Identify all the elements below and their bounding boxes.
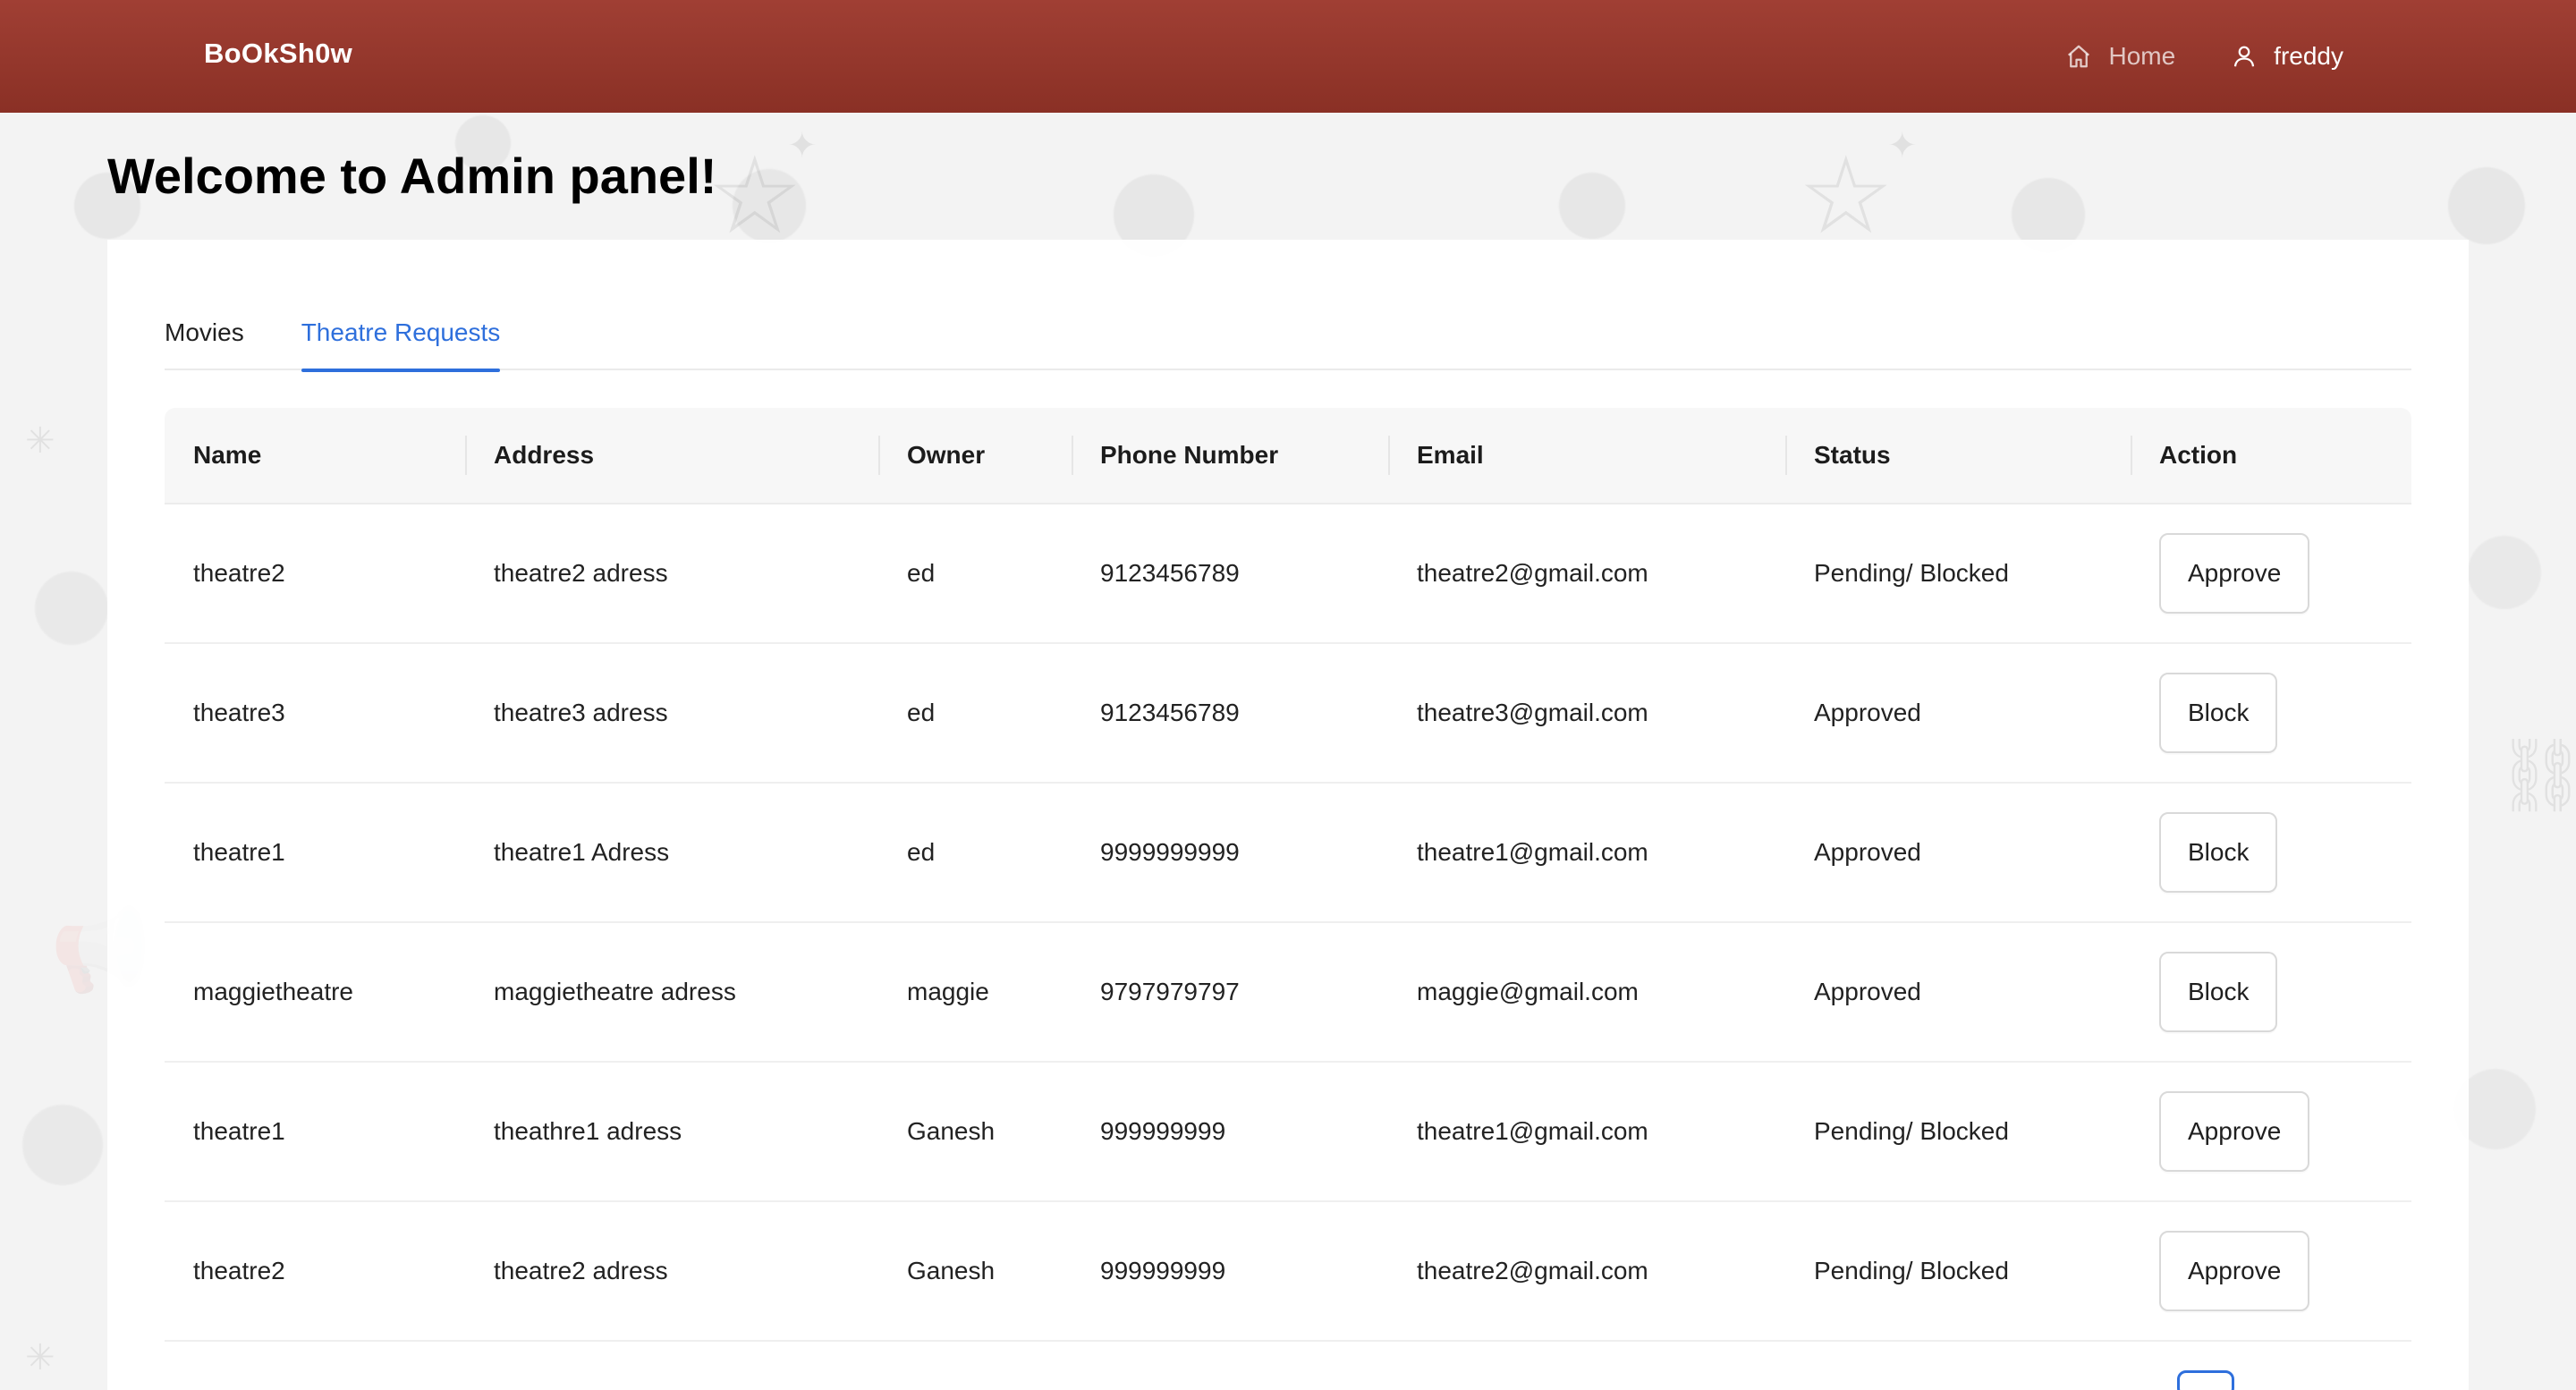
nav-user-link[interactable]: freddy bbox=[2231, 42, 2343, 71]
theatre-requests-table: Name Address Owner Phone Number Email St… bbox=[165, 408, 2411, 1342]
cell-owner: maggie bbox=[907, 978, 989, 1005]
cell-name: theatre2 bbox=[193, 559, 285, 587]
cell-status: Pending/ Blocked bbox=[1814, 1117, 2009, 1145]
background-sparkle-doodle: ✦ bbox=[1887, 125, 1918, 166]
cell-name: theatre3 bbox=[193, 699, 285, 726]
cell-action: Approve bbox=[2131, 533, 2411, 614]
cell-action: Block bbox=[2131, 673, 2411, 753]
cell-address: theatre1 Adress bbox=[494, 838, 670, 866]
cell-name: theatre1 bbox=[193, 838, 285, 866]
block-button[interactable]: Block bbox=[2159, 952, 2278, 1032]
cell-address: maggietheatre adress bbox=[494, 978, 736, 1005]
cell-status: Approved bbox=[1814, 838, 1921, 866]
cell-email: theatre2@gmail.com bbox=[1417, 559, 1648, 587]
column-header-name: Name bbox=[193, 441, 262, 469]
column-header-action: Action bbox=[2131, 407, 2411, 504]
background-sparkle-doodle: ✦ bbox=[787, 125, 818, 166]
cell-owner: ed bbox=[907, 559, 936, 587]
top-navbar: BoOkSh0w Home freddy bbox=[0, 0, 2576, 113]
pagination-current-page[interactable] bbox=[2177, 1370, 2234, 1390]
column-header-status: Status bbox=[1785, 407, 2131, 504]
cell-address: theathre1 adress bbox=[494, 1117, 682, 1145]
tab-movies[interactable]: Movies bbox=[165, 318, 244, 370]
column-header-address: Address bbox=[465, 407, 878, 504]
cell-email: theatre2@gmail.com bbox=[1417, 1257, 1648, 1284]
column-header-email: Email bbox=[1388, 407, 1785, 504]
cell-email: theatre1@gmail.com bbox=[1417, 1117, 1648, 1145]
cell-name: maggietheatre bbox=[193, 978, 354, 1005]
cell-status: Approved bbox=[1814, 699, 1921, 726]
cell-phone: 999999999 bbox=[1100, 1117, 1226, 1145]
user-icon bbox=[2234, 46, 2255, 67]
cell-phone: 9797979797 bbox=[1100, 978, 1240, 1005]
tab-theatre-requests[interactable]: Theatre Requests bbox=[301, 318, 500, 372]
table-row: maggietheatre maggietheatre adress maggi… bbox=[165, 923, 2411, 1063]
approve-button[interactable]: Approve bbox=[2159, 1231, 2310, 1311]
cell-action: Block bbox=[2131, 952, 2411, 1032]
cell-action: Block bbox=[2131, 812, 2411, 893]
cell-action: Approve bbox=[2131, 1091, 2411, 1172]
column-header-phone: Phone Number bbox=[1072, 407, 1388, 504]
table-row: theatre2 theatre2 adress Ganesh 99999999… bbox=[165, 1202, 2411, 1342]
approve-button[interactable]: Approve bbox=[2159, 1091, 2310, 1172]
background-sparkle-doodle: ✳ bbox=[25, 1337, 55, 1378]
cell-phone: 999999999 bbox=[1100, 1257, 1226, 1284]
column-header-owner: Owner bbox=[878, 407, 1072, 504]
cell-status: Pending/ Blocked bbox=[1814, 1257, 2009, 1284]
cell-status: Approved bbox=[1814, 978, 1921, 1005]
cell-email: theatre1@gmail.com bbox=[1417, 838, 1648, 866]
brand-logo[interactable]: BoOkSh0w bbox=[204, 38, 352, 70]
block-button[interactable]: Block bbox=[2159, 812, 2278, 893]
cell-phone: 9999999999 bbox=[1100, 838, 1240, 866]
cell-name: theatre1 bbox=[193, 1117, 285, 1145]
nav-home-link[interactable]: Home bbox=[2065, 42, 2175, 71]
table-row: theatre1 theatre1 Adress ed 9999999999 t… bbox=[165, 784, 2411, 923]
block-button[interactable]: Block bbox=[2159, 673, 2278, 753]
background-film-doodle: ⛓ bbox=[2496, 733, 2576, 817]
cell-owner: ed bbox=[907, 838, 936, 866]
page-title: Welcome to Admin panel! bbox=[107, 148, 717, 204]
table-header-row: Name Address Owner Phone Number Email St… bbox=[165, 408, 2411, 504]
cell-phone: 9123456789 bbox=[1100, 699, 1240, 726]
approve-button[interactable]: Approve bbox=[2159, 533, 2310, 614]
cell-address: theatre2 adress bbox=[494, 559, 668, 587]
nav-user-label: freddy bbox=[2274, 42, 2343, 70]
cell-owner: ed bbox=[907, 699, 936, 726]
home-icon bbox=[2068, 45, 2090, 68]
table-row: theatre2 theatre2 adress ed 9123456789 t… bbox=[165, 504, 2411, 644]
tab-bar: Movies Theatre Requests bbox=[165, 318, 2411, 372]
admin-card: Movies Theatre Requests Name Address Own… bbox=[107, 240, 2469, 1390]
cell-owner: Ganesh bbox=[907, 1117, 996, 1145]
main-nav: Home freddy bbox=[2065, 0, 2343, 113]
table-row: theatre1 theathre1 adress Ganesh 9999999… bbox=[165, 1063, 2411, 1202]
cell-status: Pending/ Blocked bbox=[1814, 559, 2009, 587]
cell-phone: 9123456789 bbox=[1100, 559, 1240, 587]
cell-address: theatre2 adress bbox=[494, 1257, 668, 1284]
cell-action: Approve bbox=[2131, 1231, 2411, 1311]
nav-home-label: Home bbox=[2108, 42, 2176, 70]
table-row: theatre3 theatre3 adress ed 9123456789 t… bbox=[165, 644, 2411, 784]
cell-email: maggie@gmail.com bbox=[1417, 978, 1639, 1005]
background-sparkle-doodle: ✳ bbox=[25, 420, 55, 462]
cell-email: theatre3@gmail.com bbox=[1417, 699, 1648, 726]
cell-name: theatre2 bbox=[193, 1257, 285, 1284]
cell-owner: Ganesh bbox=[907, 1257, 996, 1284]
cell-address: theatre3 adress bbox=[494, 699, 668, 726]
